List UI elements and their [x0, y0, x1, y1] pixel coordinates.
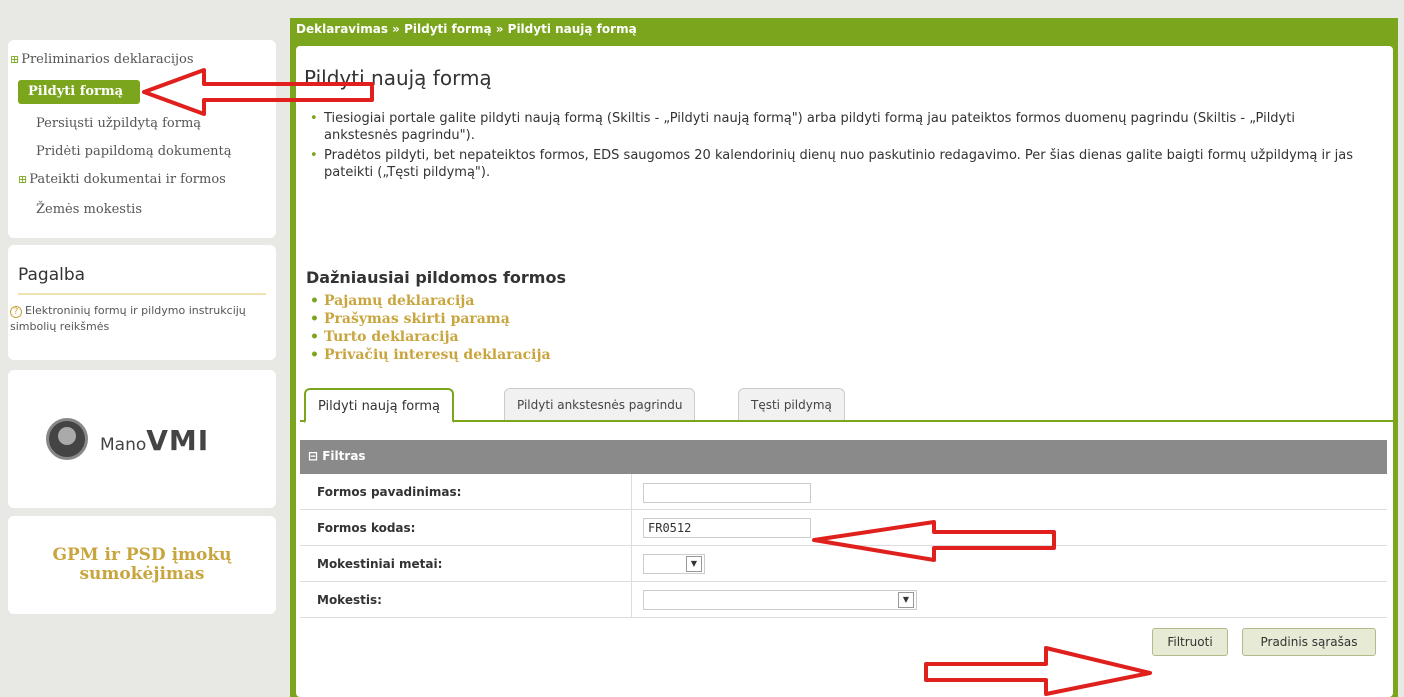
annotation-arrows — [142, 68, 1152, 696]
annotation-arrow-icon — [924, 646, 1152, 696]
annotation-arrow-icon — [142, 68, 374, 116]
tab-new-form[interactable]: Pildyti naują formą — [304, 388, 454, 423]
annotation-arrow-icon — [812, 520, 1056, 562]
